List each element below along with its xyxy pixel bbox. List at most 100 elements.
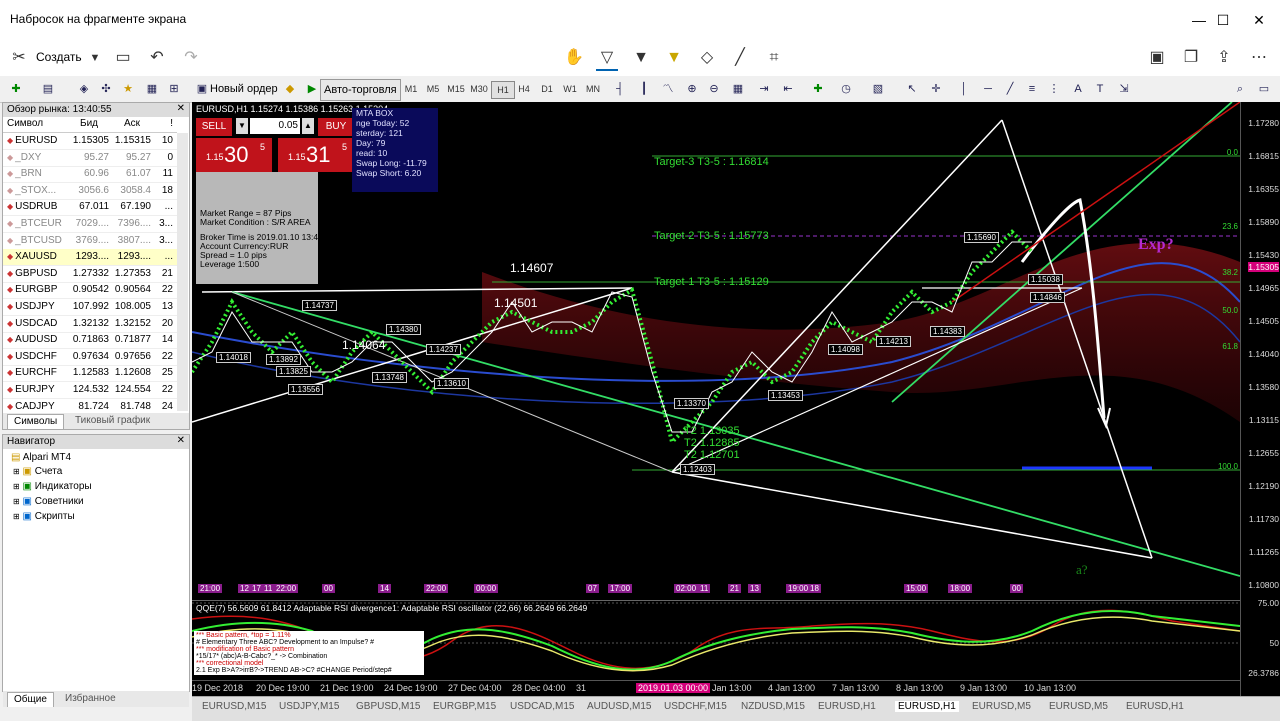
undo-icon[interactable]: ↶ bbox=[146, 47, 168, 69]
candle-chart-icon[interactable]: ┃ bbox=[636, 81, 652, 97]
tf-w1[interactable]: W1 bbox=[559, 81, 581, 97]
nav-item-experts[interactable]: ⊞ ▣ Советники bbox=[13, 495, 84, 509]
redo-icon[interactable]: ↷ bbox=[180, 47, 202, 69]
lot-input[interactable]: 0.05 bbox=[250, 118, 300, 134]
market-watch-scrollbar[interactable] bbox=[177, 133, 188, 411]
expand-icon[interactable]: ⊞ bbox=[13, 467, 20, 476]
ballpoint-pen-icon[interactable]: ▽ bbox=[596, 47, 618, 71]
tab-common[interactable]: Общие bbox=[7, 692, 54, 707]
tile-windows-icon[interactable]: ▦ bbox=[730, 81, 746, 97]
horizontal-line-icon[interactable]: ─ bbox=[980, 81, 996, 97]
chart-tab[interactable]: EURUSD,H1 bbox=[1126, 701, 1184, 712]
col-bid[interactable]: Бид bbox=[69, 118, 109, 129]
terminal-icon[interactable]: ▦ bbox=[144, 81, 160, 97]
new-order-icon[interactable]: ▣ bbox=[194, 81, 210, 97]
nav-item-accounts[interactable]: ⊞ ▣ Счета bbox=[13, 465, 62, 479]
chart-tab[interactable]: EURUSD,M5 bbox=[1049, 701, 1108, 712]
chat-icon[interactable]: ▭ bbox=[1256, 81, 1272, 97]
tf-h1[interactable]: H1 bbox=[491, 81, 515, 99]
save-icon[interactable]: ▣ bbox=[1146, 47, 1168, 69]
lot-up-icon[interactable]: ▲ bbox=[302, 118, 314, 134]
tf-d1[interactable]: D1 bbox=[536, 81, 558, 97]
line-chart-icon[interactable]: 〽 bbox=[660, 81, 676, 97]
tab-tick-chart[interactable]: Тиковый график bbox=[69, 414, 156, 428]
channel-icon[interactable]: ≡ bbox=[1024, 81, 1040, 97]
close-button[interactable]: ✕ bbox=[1236, 10, 1280, 30]
tf-mn[interactable]: MN bbox=[582, 81, 604, 97]
market-watch-row[interactable]: ◆ USDCHF 0.97634 0.97656 22 bbox=[3, 349, 177, 366]
auto-scroll-icon[interactable]: ⇥ bbox=[756, 81, 772, 97]
tab-symbols[interactable]: Символы bbox=[7, 414, 65, 429]
crosshair-icon[interactable]: ✛ bbox=[928, 81, 944, 97]
auto-trading-button[interactable]: Авто-торговля bbox=[320, 79, 401, 101]
col-spread[interactable]: ! bbox=[155, 118, 173, 129]
chart-tab[interactable]: EURUSD,M15 bbox=[202, 701, 266, 712]
market-watch-row[interactable]: ◆ _DXY 95.27 95.27 0 bbox=[3, 150, 177, 167]
nav-item-root[interactable]: ▤ Alpari MT4 bbox=[11, 451, 71, 465]
chart-tab[interactable]: EURUSD,H1 bbox=[818, 701, 876, 712]
cursor-icon[interactable]: ↖ bbox=[904, 81, 920, 97]
market-watch-row[interactable]: ◆ XAUUSD 1293.... 1293....... bbox=[3, 249, 177, 267]
auto-trading-icon[interactable]: ▶ bbox=[304, 81, 320, 97]
market-watch-row[interactable]: ◆ EURJPY 124.532 124.554 22 bbox=[3, 382, 177, 399]
market-watch-row[interactable]: ◆ _STOX... 3056.6 3058.4 18 bbox=[3, 183, 177, 200]
tf-h4[interactable]: H4 bbox=[513, 81, 535, 97]
create-icon[interactable]: ✂ bbox=[8, 47, 30, 69]
price-chart[interactable]: EURUSD,H1 1.15274 1.15386 1.15263 1.1530… bbox=[192, 102, 1240, 696]
eraser-icon[interactable]: ◇ bbox=[696, 47, 718, 69]
ruler-icon[interactable]: ╱ bbox=[729, 47, 751, 69]
buy-price[interactable]: 1.15 31 5 bbox=[278, 138, 354, 172]
indicators-icon[interactable]: ✚ bbox=[810, 81, 826, 97]
col-symbol[interactable]: Символ bbox=[7, 118, 71, 129]
expand-icon[interactable]: ⊞ bbox=[13, 482, 20, 491]
text-label-icon[interactable]: T bbox=[1092, 81, 1108, 97]
nav-item-indicators[interactable]: ⊞ ▣ Индикаторы bbox=[13, 480, 92, 494]
expand-icon[interactable]: ⊞ bbox=[13, 497, 20, 506]
periods-icon[interactable]: ◷ bbox=[838, 81, 854, 97]
tf-m1[interactable]: M1 bbox=[400, 81, 422, 97]
market-watch-row[interactable]: ◆ USDCAD 1.32132 1.32152 20 bbox=[3, 316, 177, 333]
sell-price[interactable]: 1.15 30 5 bbox=[196, 138, 272, 172]
new-order-button[interactable]: Новый ордер bbox=[210, 79, 278, 99]
templates-icon[interactable]: ▧ bbox=[870, 81, 886, 97]
zoom-in-icon[interactable]: ⊕ bbox=[684, 81, 700, 97]
meta-editor-icon[interactable]: ◆ bbox=[282, 81, 298, 97]
indicator-pane[interactable]: QQE(7) 56.5609 61.8412 Adaptable RSI div… bbox=[192, 600, 1240, 681]
close-icon[interactable]: ✕ bbox=[177, 103, 185, 114]
tf-m30[interactable]: M30 bbox=[468, 81, 490, 97]
close-icon[interactable]: ✕ bbox=[177, 435, 185, 446]
market-watch-icon[interactable]: ◈ bbox=[76, 81, 92, 97]
market-watch-row[interactable]: ◆ USDJPY 107.992 108.005 13 bbox=[3, 299, 177, 316]
share-icon[interactable]: ⇪ bbox=[1213, 47, 1235, 69]
nav-item-scripts[interactable]: ⊞ ▣ Скрипты bbox=[13, 510, 75, 524]
lot-down-icon[interactable]: ▼ bbox=[236, 118, 248, 134]
highlighter-icon[interactable]: ▼ bbox=[663, 47, 685, 69]
chart-tab[interactable]: EURUSD,H1 bbox=[895, 701, 959, 712]
navigator-icon[interactable]: ★ bbox=[120, 81, 136, 97]
market-watch-row[interactable]: ◆ EURCHF 1.12583 1.12608 25 bbox=[3, 365, 177, 383]
arrows-icon[interactable]: ⇲ bbox=[1116, 81, 1132, 97]
market-watch-row[interactable]: ◆ USDRUB 67.011 67.190... bbox=[3, 199, 177, 217]
market-watch-row[interactable]: ◆ AUDUSD 0.71863 0.71877 14 bbox=[3, 332, 177, 350]
search-icon[interactable]: ⌕ bbox=[1232, 81, 1248, 97]
buy-button[interactable]: BUY bbox=[318, 118, 354, 136]
chart-shift-icon[interactable]: ⇤ bbox=[780, 81, 796, 97]
chart-tab[interactable]: EURGBP,M15 bbox=[433, 701, 496, 712]
fibonacci-icon[interactable]: ⋮ bbox=[1046, 81, 1062, 97]
vertical-line-icon[interactable]: │ bbox=[956, 81, 972, 97]
expand-icon[interactable]: ⊞ bbox=[13, 512, 20, 521]
folder-icon[interactable]: ▭ bbox=[112, 47, 134, 69]
market-watch-row[interactable]: ◆ EURGBP 0.90542 0.90564 22 bbox=[3, 282, 177, 300]
zoom-out-icon[interactable]: ⊖ bbox=[706, 81, 722, 97]
new-chart-icon[interactable]: ✚ bbox=[8, 81, 24, 97]
sell-button[interactable]: SELL bbox=[196, 118, 232, 136]
tf-m15[interactable]: M15 bbox=[445, 81, 467, 97]
market-watch-row[interactable]: ◆ _BTCEUR 7029.... 7396.... 3... bbox=[3, 216, 177, 233]
col-ask[interactable]: Аск bbox=[113, 118, 151, 129]
chart-tab[interactable]: AUDUSD,M15 bbox=[587, 701, 651, 712]
chart-tab[interactable]: USDJPY,M15 bbox=[279, 701, 339, 712]
pencil-icon[interactable]: ▼ bbox=[630, 47, 652, 69]
market-watch-row[interactable]: ◆ EURUSD 1.15305 1.15315 10 bbox=[3, 133, 177, 150]
text-icon[interactable]: A bbox=[1070, 81, 1086, 97]
profiles-icon[interactable]: ▤ bbox=[40, 81, 56, 97]
